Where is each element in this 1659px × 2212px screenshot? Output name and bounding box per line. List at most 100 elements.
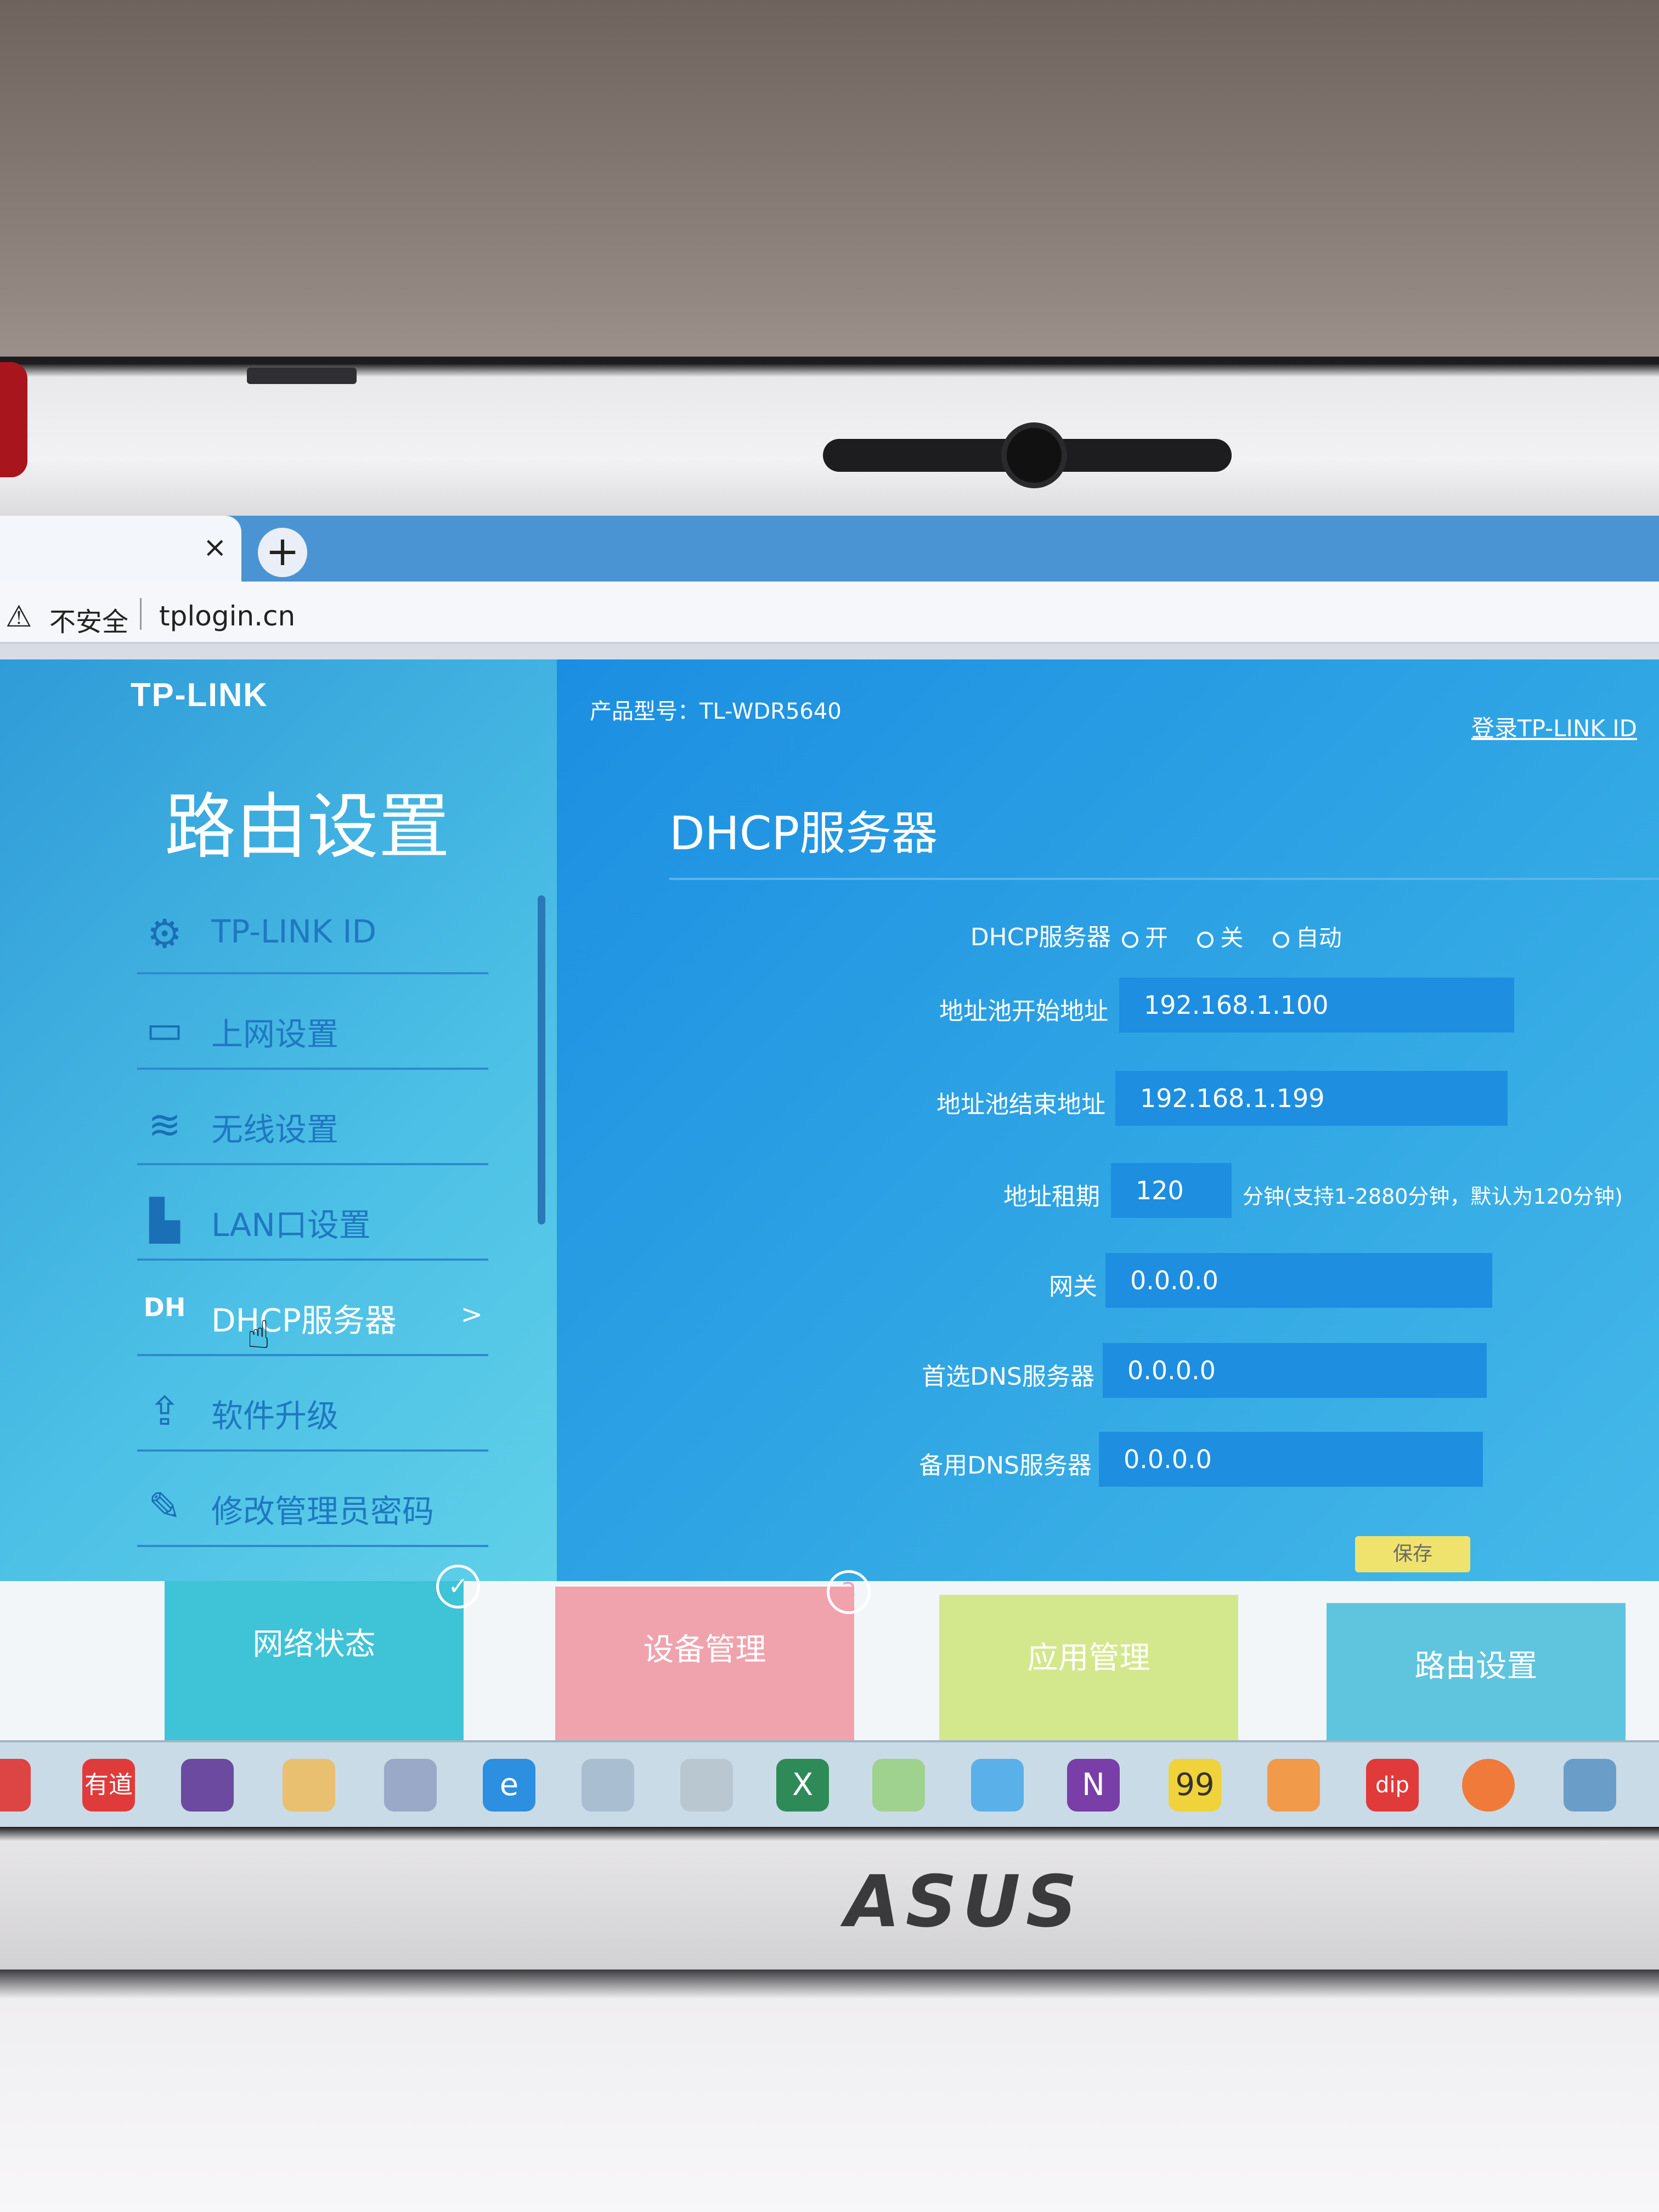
start-address-input[interactable]: 192.168.1.100 bbox=[1119, 978, 1514, 1032]
secondary-dns-row: 备用DNS服务器 0.0.0.0 bbox=[557, 1432, 1659, 1487]
sidebar-item-internet[interactable]: ▭ 上网设置 bbox=[137, 974, 488, 1070]
dhcp-icon: DH bbox=[143, 1293, 186, 1322]
login-tplink-id-link[interactable]: 登录TP-LINK ID bbox=[1471, 710, 1637, 743]
gateway-input[interactable]: 0.0.0.0 bbox=[1105, 1253, 1492, 1308]
tile-router-settings[interactable]: 路由设置 bbox=[1327, 1603, 1626, 1762]
main-panel: 产品型号：TL-WDR5640 登录TP-LINK ID DHCP服务器 DHC… bbox=[557, 659, 1659, 1581]
product-model: 产品型号：TL-WDR5640 bbox=[590, 699, 842, 724]
address-bar[interactable]: ⚠ 不安全 tplogin.cn bbox=[0, 582, 1659, 644]
save-button[interactable]: 保存 bbox=[1355, 1536, 1470, 1572]
wifi-icon: ≋ bbox=[148, 1102, 182, 1148]
radio-label: 开 bbox=[1145, 924, 1169, 951]
ie-icon[interactable]: e bbox=[483, 1759, 535, 1812]
tile-label: 路由设置 bbox=[1414, 1649, 1538, 1684]
app-icon[interactable] bbox=[283, 1759, 335, 1812]
winrar-icon[interactable] bbox=[181, 1759, 234, 1812]
chrome-icon[interactable] bbox=[0, 1759, 31, 1812]
tile-network-status[interactable]: 网络状态 ✓ bbox=[165, 1565, 480, 1740]
sidebar-item-wireless[interactable]: ≋ 无线设置 bbox=[137, 1070, 488, 1165]
lease-row: 地址租期 120 分钟(支持1-2880分钟，默认为120分钟) bbox=[557, 1163, 1659, 1218]
page-title: DHCP服务器 bbox=[669, 806, 938, 860]
sidebar-item-tplink-id[interactable]: ⚙ TP-LINK ID bbox=[137, 879, 488, 974]
dhcp-toggle-row: DHCP服务器 开 关 自动 bbox=[557, 901, 1659, 956]
radio-label: 自动 bbox=[1295, 924, 1342, 951]
tile-label: 网络状态 bbox=[252, 1627, 376, 1662]
dip-icon[interactable]: dip bbox=[1366, 1759, 1419, 1812]
new-tab-icon[interactable]: + bbox=[258, 528, 307, 577]
sidebar-item-lan[interactable]: ▙ LAN口设置 bbox=[137, 1165, 488, 1261]
title-divider bbox=[669, 878, 1659, 880]
sidebar-item-dhcp[interactable]: DH DHCP服务器 > bbox=[137, 1261, 488, 1356]
radio-dot-icon bbox=[1197, 932, 1214, 948]
quote-icon[interactable]: 99 bbox=[1169, 1759, 1221, 1812]
windows-taskbar: 有道 e X N 99 dip bbox=[0, 1740, 1659, 1827]
secondary-dns-label: 备用DNS服务器 bbox=[919, 1452, 1092, 1480]
lease-label: 地址租期 bbox=[1003, 1183, 1100, 1211]
primary-dns-row: 首选DNS服务器 0.0.0.0 bbox=[557, 1343, 1659, 1398]
sidebar-item-upgrade[interactable]: ⇪ 软件升级 bbox=[137, 1356, 488, 1452]
orange-app-icon[interactable] bbox=[1267, 1759, 1320, 1812]
bottom-tiles: 网络状态 ✓ 设备管理 3 应用管理 路由设置 bbox=[0, 1565, 1659, 1762]
scissors-icon[interactable] bbox=[384, 1759, 437, 1812]
webcam-lens-icon bbox=[1001, 422, 1067, 488]
panel-icon[interactable] bbox=[1564, 1759, 1616, 1812]
upload-icon: ⇪ bbox=[148, 1388, 182, 1434]
sidebar-item-label: 修改管理员密码 bbox=[211, 1493, 435, 1530]
hand-cursor-icon: ☝ bbox=[247, 1312, 270, 1357]
browser-tab[interactable]: × bbox=[0, 516, 241, 582]
sidebar-item-label: DHCP服务器 bbox=[211, 1302, 397, 1339]
tile-label: 设备管理 bbox=[643, 1632, 766, 1668]
radio-on[interactable]: 开 bbox=[1122, 919, 1168, 953]
gateway-row: 网关 0.0.0.0 bbox=[557, 1253, 1659, 1308]
keyboard-deck bbox=[0, 1970, 1659, 2212]
sidebar-item-label: 上网设置 bbox=[211, 1015, 339, 1053]
end-address-input[interactable]: 192.168.1.199 bbox=[1115, 1071, 1508, 1126]
dhcp-label: DHCP服务器 bbox=[970, 923, 1111, 951]
wechat-icon[interactable] bbox=[872, 1759, 925, 1812]
primary-dns-input[interactable]: 0.0.0.0 bbox=[1103, 1343, 1487, 1398]
sidebar-scrollbar[interactable] bbox=[538, 895, 545, 1224]
security-label[interactable]: 不安全 bbox=[49, 600, 128, 639]
end-address-label: 地址池结束地址 bbox=[936, 1091, 1105, 1119]
radio-label: 关 bbox=[1220, 924, 1244, 951]
calculator-icon[interactable] bbox=[582, 1759, 634, 1812]
check-icon: ✓ bbox=[436, 1565, 480, 1609]
url-text[interactable]: tplogin.cn bbox=[159, 600, 295, 632]
radio-off[interactable]: 关 bbox=[1197, 919, 1243, 953]
router-app: TP-LINK 路由设置 ⚙ TP-LINK ID ▭ 上网设置 ≋ 无线设置 … bbox=[0, 659, 1659, 1581]
tile-device-management[interactable]: 设备管理 3 bbox=[555, 1570, 871, 1746]
tp-link-logo: TP-LINK bbox=[131, 676, 268, 713]
sidebar-item-label: 软件升级 bbox=[211, 1397, 339, 1435]
browser-tab-bar: × + bbox=[0, 516, 1659, 582]
sidebar-item-label: LAN口设置 bbox=[211, 1206, 371, 1244]
bezel-slot bbox=[247, 368, 357, 384]
printer-icon[interactable] bbox=[680, 1759, 733, 1812]
sidebar-item-label: TP-LINK ID bbox=[211, 913, 377, 950]
laptop-icon: ▭ bbox=[145, 1006, 184, 1052]
onenote-icon[interactable]: N bbox=[1067, 1759, 1120, 1812]
primary-dns-label: 首选DNS服务器 bbox=[922, 1363, 1094, 1391]
close-tab-icon[interactable]: × bbox=[203, 531, 227, 564]
laptop-bottom-bezel bbox=[0, 1827, 1659, 1970]
radio-dot-icon bbox=[1122, 932, 1138, 948]
end-address-row: 地址池结束地址 192.168.1.199 bbox=[557, 1071, 1659, 1126]
pencil-icon: ✎ bbox=[148, 1483, 182, 1530]
lease-input[interactable]: 120 bbox=[1111, 1163, 1232, 1218]
start-address-row: 地址池开始地址 192.168.1.100 bbox=[557, 978, 1659, 1032]
orange-circle-icon[interactable] bbox=[1462, 1759, 1515, 1812]
secondary-dns-input[interactable]: 0.0.0.0 bbox=[1099, 1432, 1483, 1487]
sidebar-item-label: 无线设置 bbox=[211, 1111, 339, 1148]
sidebar-item-password[interactable]: ✎ 修改管理员密码 bbox=[137, 1452, 488, 1547]
cloud-icon[interactable] bbox=[971, 1759, 1024, 1812]
youdao-icon[interactable]: 有道 bbox=[82, 1759, 135, 1812]
dhcp-radio-group: 开 关 自动 bbox=[1122, 919, 1364, 953]
start-address-label: 地址池开始地址 bbox=[939, 997, 1108, 1025]
warning-icon[interactable]: ⚠ bbox=[5, 599, 32, 634]
gear-icon: ⚙ bbox=[146, 911, 183, 957]
bookmark-strip bbox=[0, 644, 1659, 659]
laptop-screen: × + ⚠ 不安全 tplogin.cn TP-LINK 路由设置 ⚙ TP-L… bbox=[0, 516, 1659, 1827]
tile-app-management[interactable]: 应用管理 bbox=[939, 1595, 1238, 1754]
radio-auto[interactable]: 自动 bbox=[1272, 919, 1342, 953]
excel-icon[interactable]: X bbox=[776, 1759, 829, 1812]
chevron-right-icon: > bbox=[460, 1299, 483, 1330]
